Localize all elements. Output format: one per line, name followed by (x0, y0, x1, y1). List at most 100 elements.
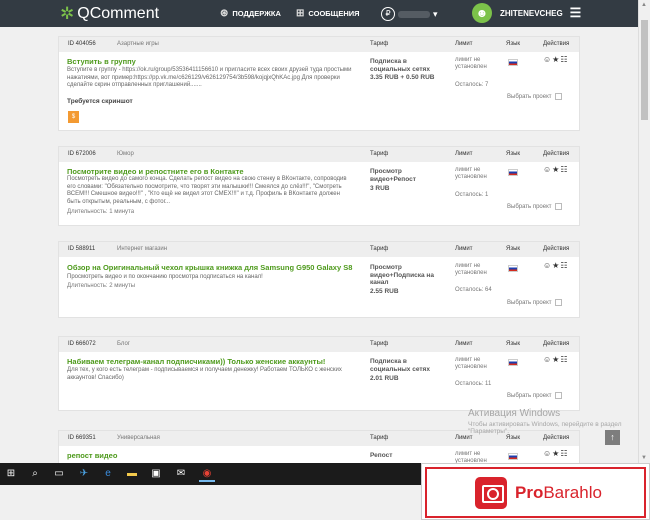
task-card: ID 672006 Юмор Тариф Лимит Язык Действия… (58, 146, 580, 226)
probarahlo-ad[interactable]: ProBarahlo (421, 463, 650, 520)
select-project[interactable]: Выбрать проект (507, 93, 562, 100)
select-project[interactable]: Выбрать проект (507, 392, 562, 399)
select-project-checkbox[interactable] (554, 299, 562, 306)
col-actions: Действия (543, 151, 570, 157)
task-remaining: Осталось: 11 (455, 381, 492, 387)
task-tariff: Подписка в социальных сетях (370, 58, 430, 73)
ruble-icon: ₽ (381, 7, 395, 21)
scroll-to-top-button[interactable]: ↑ (605, 430, 620, 445)
ad-brand-text: ProBarahlo (515, 483, 602, 503)
col-limit: Лимит (455, 341, 473, 347)
select-project-label: Выбрать проект (507, 392, 552, 399)
support-label: ПОДДЕРЖКА (232, 9, 281, 18)
task-price: 3 RUB (370, 185, 390, 192)
russian-flag-icon (508, 265, 518, 272)
task-title[interactable]: Набиваем телеграм-канал подписчиками)) Т… (67, 357, 325, 366)
scroll-down-icon[interactable]: ▼ (641, 455, 647, 461)
col-limit: Лимит (455, 151, 473, 157)
watermark-title: Активация Windows (468, 408, 561, 419)
col-tariff: Тариф (370, 341, 389, 347)
support-link[interactable]: ⊛ ПОДДЕРЖКА (220, 8, 281, 19)
task-card-header: ID 588911 Интернет магазин Тариф Лимит Я… (59, 242, 579, 257)
user-menu[interactable]: ☻ ZHITENEVCHEG ☰ (472, 3, 581, 23)
hamburger-menu-icon[interactable]: ☰ (570, 5, 582, 21)
col-actions: Действия (543, 435, 570, 441)
smiley-icon[interactable]: ☺ (543, 355, 552, 364)
task-actions: ☺★☷ (543, 165, 569, 174)
username: ZHITENEVCHEG (500, 8, 563, 18)
task-category: Блог (117, 341, 130, 347)
task-description: Для тех, у кого есть телеграм - подписыв… (67, 367, 342, 381)
list-icon[interactable]: ☷ (560, 55, 568, 64)
messages-link[interactable]: ⊞ СООБЩЕНИЯ (296, 8, 360, 19)
file-explorer-icon[interactable]: ▬ (124, 466, 140, 482)
probarahlo-logo-icon (475, 476, 507, 509)
smiley-icon[interactable]: ☺ (543, 449, 552, 458)
lifebuoy-icon: ⊛ (220, 8, 229, 19)
col-lang: Язык (506, 151, 521, 157)
task-remaining: Осталось: 64 (455, 287, 492, 293)
task-card-header: ID 404056 Азартные игры Тариф Лимит Язык… (59, 37, 579, 52)
task-view-icon[interactable]: ▭ (51, 466, 67, 482)
select-project[interactable]: Выбрать проект (507, 299, 562, 306)
task-category: Универсальная (117, 435, 160, 441)
list-icon[interactable]: ☷ (560, 261, 568, 270)
store-icon[interactable]: ▣ (148, 466, 164, 482)
mail-icon[interactable]: ✉ (173, 466, 189, 482)
russian-flag-icon (508, 169, 518, 176)
col-lang: Язык (506, 341, 521, 347)
task-tariff: Подписка в социальных сетях (370, 358, 430, 373)
task-duration: Длительность: 2 минуты (67, 283, 136, 289)
search-icon[interactable]: ⌕ (27, 466, 43, 482)
select-project-checkbox[interactable] (554, 392, 562, 399)
list-icon[interactable]: ☷ (560, 165, 568, 174)
page-scrollbar[interactable]: ▲ ▼ (638, 0, 650, 463)
balance-value-hidden (398, 10, 430, 18)
col-tariff: Тариф (370, 151, 389, 157)
smiley-icon[interactable]: ☺ (543, 165, 552, 174)
telegram-icon[interactable]: ✈ (76, 466, 92, 482)
task-title[interactable]: Посмотрите видео и репостните его в Конт… (67, 167, 244, 176)
scrollbar-thumb[interactable] (641, 20, 648, 120)
select-project[interactable]: Выбрать проект (507, 203, 562, 210)
task-limit: лимит не установлен (455, 357, 487, 370)
chrome-icon[interactable]: ◉ (199, 466, 215, 482)
task-id: ID 588911 (68, 246, 96, 252)
task-title[interactable]: Вступить в группу (67, 57, 136, 66)
task-description: Посмотреть видео до самого конца. Сделат… (67, 176, 347, 205)
task-actions: ☺★☷ (543, 355, 569, 364)
logo[interactable]: ✲ QComment (60, 4, 159, 24)
ad-frame: ProBarahlo (425, 467, 646, 518)
col-actions: Действия (543, 41, 570, 47)
logo-star-icon: ✲ (60, 4, 75, 23)
smiley-icon[interactable]: ☺ (543, 55, 552, 64)
select-project-label: Выбрать проект (507, 203, 552, 210)
task-id: ID 669351 (68, 435, 96, 441)
task-limit: лимит не установлен (455, 263, 487, 276)
col-limit: Лимит (455, 246, 473, 252)
select-project-checkbox[interactable] (554, 93, 562, 100)
task-title[interactable]: репост видео (67, 451, 117, 460)
task-card: ID 666072 Блог Тариф Лимит Язык Действия… (58, 336, 580, 411)
task-title[interactable]: Обзор на Оригинальный чехол крышка книжк… (67, 263, 352, 272)
task-price: 2.55 RUB (370, 288, 399, 295)
task-category: Интернет магазин (117, 246, 168, 252)
list-icon[interactable]: ☷ (560, 449, 568, 458)
paid-badge[interactable]: $ (68, 111, 79, 123)
windows-start-icon[interactable]: ⊞ (3, 466, 19, 482)
col-limit: Лимит (455, 435, 473, 441)
task-id: ID 666072 (68, 341, 96, 347)
russian-flag-icon (508, 359, 518, 366)
task-limit: лимит не установлен (455, 57, 487, 70)
balance-dropdown[interactable]: ₽ ▾ (381, 7, 438, 21)
list-icon[interactable]: ☷ (560, 355, 568, 364)
task-actions: ☺★☷ (543, 449, 569, 458)
col-lang: Язык (506, 41, 521, 47)
scroll-up-icon[interactable]: ▲ (641, 2, 647, 8)
col-tariff: Тариф (370, 246, 389, 252)
edge-icon[interactable]: e (100, 466, 116, 482)
task-price: 3.35 RUB + 0.50 RUB (370, 74, 435, 81)
select-project-checkbox[interactable] (554, 203, 562, 210)
smiley-icon[interactable]: ☺ (543, 261, 552, 270)
task-card-header: ID 672006 Юмор Тариф Лимит Язык Действия (59, 147, 579, 162)
